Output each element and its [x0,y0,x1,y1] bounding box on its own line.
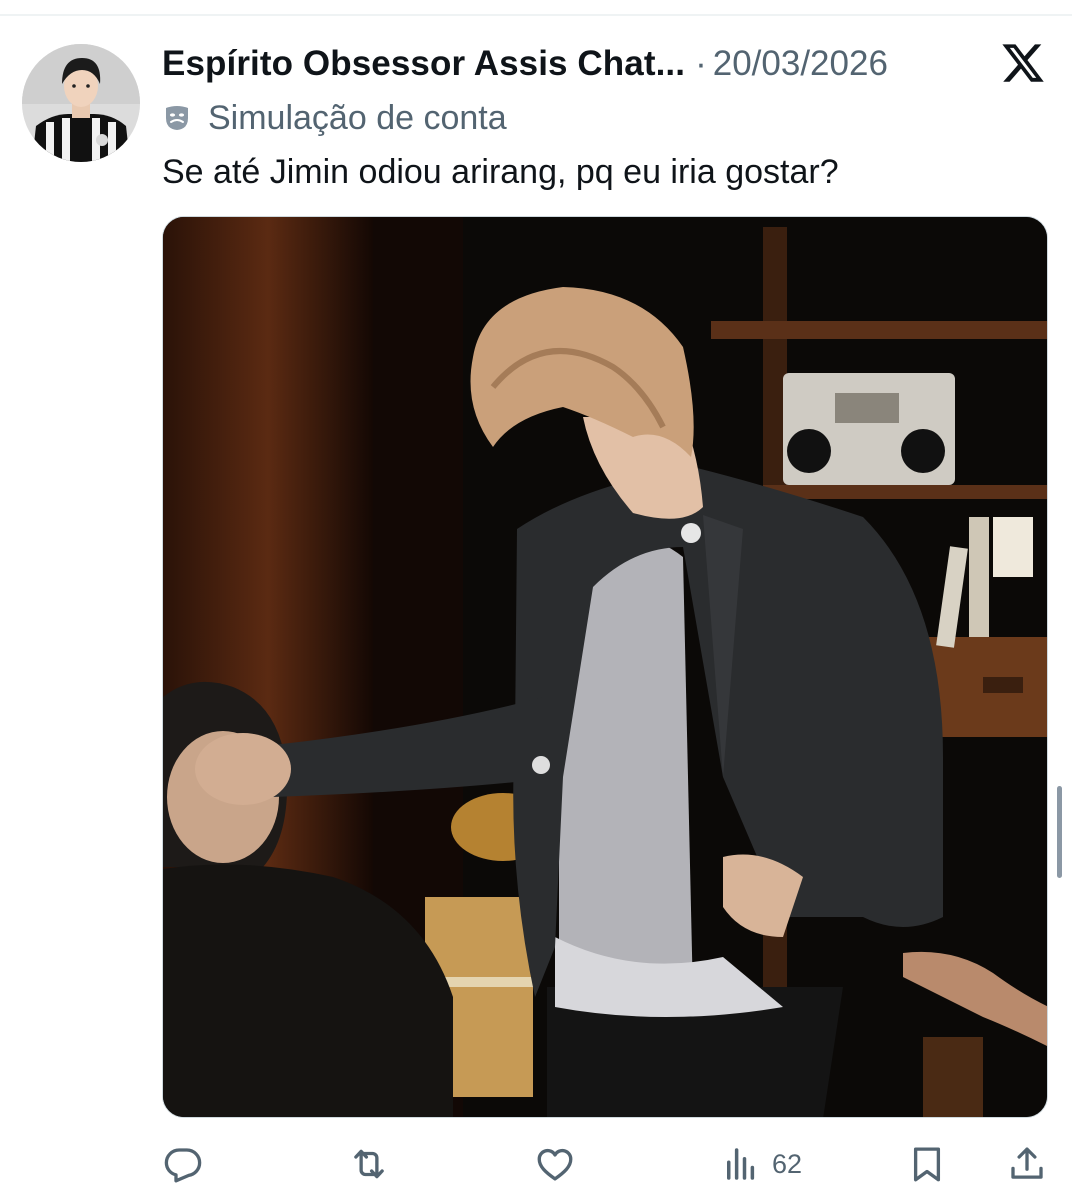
account-label: Simulação de conta [162,96,507,140]
share-button[interactable] [1006,1138,1048,1190]
repost-icon [354,1149,384,1179]
tweet-text: Se até Jimin odiou arirang, pq eu iria g… [162,153,839,191]
repost-button[interactable] [348,1138,390,1190]
heart-icon [537,1148,573,1181]
scrollbar-thumb[interactable] [1057,786,1062,878]
display-name[interactable]: Espírito Obsessor Assis Chat... [162,44,685,84]
tweet-header: Espírito Obsessor Assis Chat... · 20/03/… [162,40,888,88]
like-button[interactable] [534,1138,576,1190]
views-button[interactable]: 62 [720,1138,802,1190]
reply-icon [164,1148,202,1183]
badge-text: Simulação de conta [208,98,507,137]
share-icon [1011,1147,1043,1179]
theater-mask-icon [166,106,188,130]
x-logo-icon[interactable] [1000,40,1046,86]
bookmark-icon [913,1147,941,1182]
bookmark-button[interactable] [906,1138,948,1190]
tweet-image[interactable] [162,216,1048,1118]
views-count: 62 [772,1148,803,1179]
action-bar: 62 [162,1138,1048,1190]
tweet-date[interactable]: 20/03/2026 [713,44,888,84]
views-icon [727,1148,755,1180]
avatar[interactable] [22,44,140,162]
tweet[interactable]: Espírito Obsessor Assis Chat... · 20/03/… [0,0,1072,1200]
separator-dot: · [695,44,707,83]
reply-button[interactable] [162,1138,204,1190]
